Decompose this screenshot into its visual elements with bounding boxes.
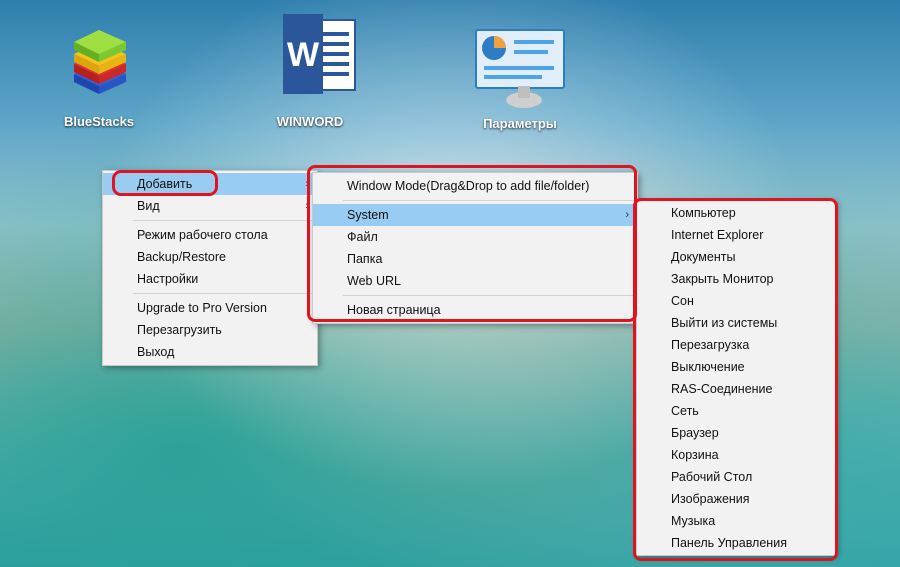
desktop-icon-label: BlueStacks (63, 114, 135, 129)
menu-item-label: Новая страница (347, 303, 441, 317)
menu-item-web-url[interactable]: Web URL (313, 270, 637, 292)
menu-item-label: Файл (347, 230, 378, 244)
menu-item-desktop-mode[interactable]: Режим рабочего стола (103, 224, 317, 246)
settings-icon (472, 28, 568, 108)
menu-item-ras-connection[interactable]: RAS-Соединение (637, 378, 835, 400)
main-context-menu: Добавить › Вид › Режим рабочего стола Ba… (102, 170, 318, 366)
menu-item-computer[interactable]: Компьютер (637, 202, 835, 224)
menu-item-desktop[interactable]: Рабочий Стол (637, 466, 835, 488)
menu-item-label: System (347, 208, 389, 222)
menu-item-network[interactable]: Сеть (637, 400, 835, 422)
word-icon: W (275, 14, 356, 94)
menu-item-label: Web URL (347, 274, 401, 288)
chevron-right-icon: › (625, 209, 629, 221)
menu-item-view[interactable]: Вид › (103, 195, 317, 217)
menu-item-label: Window Mode(Drag&Drop to add file/folder… (347, 179, 590, 193)
menu-item-label: Закрыть Монитор (671, 272, 774, 286)
menu-item-label: Выключение (671, 360, 745, 374)
menu-item-label: Internet Explorer (671, 228, 764, 242)
menu-item-new-page[interactable]: Новая страница (313, 299, 637, 321)
menu-item-folder[interactable]: Папка (313, 248, 637, 270)
menu-item-label: Режим рабочего стола (137, 228, 268, 242)
menu-item-restart[interactable]: Перезагрузить (103, 319, 317, 341)
desktop-icon-bluestacks[interactable]: BlueStacks (44, 22, 154, 129)
menu-item-label: Компьютер (671, 206, 736, 220)
menu-item-label: Рабочий Стол (671, 470, 753, 484)
menu-item-settings[interactable]: Настройки (103, 268, 317, 290)
menu-separator (343, 200, 635, 201)
menu-item-label: Корзина (671, 448, 719, 462)
menu-item-label: Перезагрузить (137, 323, 222, 337)
menu-item-exit[interactable]: Выход (103, 341, 317, 363)
menu-item-upgrade[interactable]: Upgrade to Pro Version (103, 297, 317, 319)
menu-item-label: Папка (347, 252, 383, 266)
menu-item-label: Настройки (137, 272, 199, 286)
desktop-icon-label: Параметры (483, 116, 557, 131)
menu-item-label: Перезагрузка (671, 338, 750, 352)
menu-separator (133, 220, 315, 221)
chevron-right-icon: › (305, 200, 309, 212)
menu-item-recycle-bin[interactable]: Корзина (637, 444, 835, 466)
chevron-right-icon: › (305, 178, 309, 190)
menu-item-backup-restore[interactable]: Backup/Restore (103, 246, 317, 268)
menu-item-label: RAS-Соединение (671, 382, 773, 396)
menu-item-music[interactable]: Музыка (637, 510, 835, 532)
menu-item-label: Изображения (671, 492, 750, 506)
menu-item-shutdown[interactable]: Выключение (637, 356, 835, 378)
menu-item-label: Выход (137, 345, 175, 359)
menu-item-sleep[interactable]: Сон (637, 290, 835, 312)
menu-item-label: Upgrade to Pro Version (137, 301, 267, 315)
menu-item-label: Выйти из системы (671, 316, 778, 330)
menu-item-add[interactable]: Добавить › (103, 173, 317, 195)
menu-item-window-mode[interactable]: Window Mode(Drag&Drop to add file/folder… (313, 175, 637, 197)
menu-item-internet-explorer[interactable]: Internet Explorer (637, 224, 835, 246)
add-submenu: Window Mode(Drag&Drop to add file/folder… (312, 172, 638, 324)
bluestacks-icon (64, 22, 134, 94)
menu-item-label: Вид (137, 199, 160, 213)
menu-item-log-off[interactable]: Выйти из системы (637, 312, 835, 334)
desktop-icon-label: WINWORD (276, 114, 344, 129)
desktop-icon-settings[interactable]: Параметры (465, 28, 575, 131)
menu-item-label: Backup/Restore (137, 250, 226, 264)
menu-separator (133, 293, 315, 294)
menu-item-label: Сеть (671, 404, 699, 418)
svg-text:W: W (287, 36, 320, 74)
menu-item-label: Музыка (671, 514, 716, 528)
menu-item-documents[interactable]: Документы (637, 246, 835, 268)
menu-item-system[interactable]: System › (313, 204, 637, 226)
menu-item-label: Документы (671, 250, 736, 264)
menu-item-pictures[interactable]: Изображения (637, 488, 835, 510)
menu-separator (343, 295, 635, 296)
menu-item-file[interactable]: Файл (313, 226, 637, 248)
system-submenu: Компьютер Internet Explorer Документы За… (636, 200, 836, 556)
menu-item-label: Добавить (137, 177, 193, 191)
menu-item-control-panel[interactable]: Панель Управления (637, 532, 835, 554)
menu-item-turn-off-monitor[interactable]: Закрыть Монитор (637, 268, 835, 290)
desktop-icon-winword[interactable]: W WINWORD (255, 14, 365, 129)
menu-item-label: Сон (671, 294, 694, 308)
menu-item-label: Панель Управления (671, 536, 787, 550)
menu-item-reboot[interactable]: Перезагрузка (637, 334, 835, 356)
menu-item-browser[interactable]: Браузер (637, 422, 835, 444)
menu-item-label: Браузер (671, 426, 719, 440)
